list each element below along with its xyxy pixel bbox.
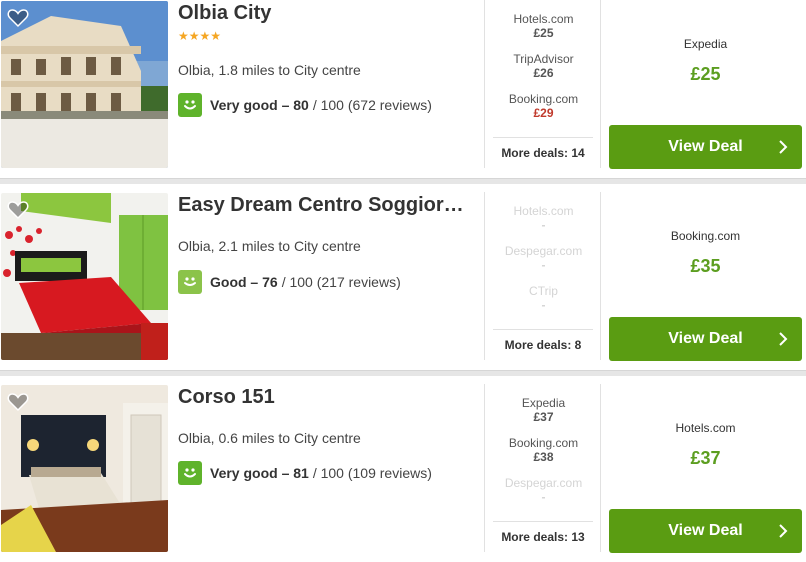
offer-price: - bbox=[541, 298, 546, 312]
offer-site: Despegar.com bbox=[504, 244, 583, 258]
offer-item: Despegar.com - bbox=[485, 476, 602, 504]
rating-reviews: / 100 (217 reviews) bbox=[281, 274, 401, 290]
smiley-icon bbox=[178, 93, 202, 117]
best-deal-price: £35 bbox=[690, 256, 721, 276]
chevron-right-icon bbox=[779, 140, 788, 154]
review-rating: Good – 76 / 100 (217 reviews) bbox=[178, 270, 401, 294]
best-deal: Hotels.com £37 bbox=[609, 421, 802, 469]
offer-price: - bbox=[541, 490, 546, 504]
offer-item[interactable]: TripAdvisor £26 bbox=[485, 52, 602, 80]
offer-price: £37 bbox=[533, 410, 554, 424]
smiley-icon bbox=[178, 461, 202, 485]
price-comparison: Hotels.com £25 TripAdvisor £26 Booking.c… bbox=[484, 0, 601, 168]
offer-price: - bbox=[541, 258, 546, 272]
offer-site: CTrip bbox=[529, 284, 558, 298]
hotel-name[interactable]: Easy Dream Centro Soggior… bbox=[178, 192, 478, 218]
price-comparison: Hotels.com - Despegar.com - CTrip - More… bbox=[484, 192, 601, 360]
view-deal-label: View Deal bbox=[668, 330, 743, 347]
offer-site: Hotels.com bbox=[513, 204, 574, 218]
view-deal-label: View Deal bbox=[668, 522, 743, 539]
card-separator bbox=[0, 370, 806, 376]
best-deal-price: £25 bbox=[690, 64, 721, 84]
rating-label: Good – 76 bbox=[210, 274, 278, 290]
offer-item[interactable]: Hotels.com £25 bbox=[485, 12, 602, 40]
offer-site: Hotels.com bbox=[513, 12, 574, 26]
star-rating: ★★★★ bbox=[178, 29, 222, 43]
offer-site: TripAdvisor bbox=[513, 52, 574, 66]
hotel-location: Olbia, 1.8 miles to City centre bbox=[178, 62, 361, 78]
price-comparison: Expedia £37 Booking.com £38 Despegar.com… bbox=[484, 384, 601, 552]
more-deals-link[interactable]: More deals: 8 bbox=[493, 329, 593, 360]
review-rating: Very good – 80 / 100 (672 reviews) bbox=[178, 93, 432, 117]
offer-price: £38 bbox=[533, 450, 554, 464]
best-deal-site: Booking.com bbox=[670, 229, 741, 243]
offer-item: CTrip - bbox=[485, 284, 602, 312]
hotel-photo[interactable] bbox=[1, 193, 168, 360]
view-deal-button[interactable]: View Deal bbox=[609, 509, 802, 553]
offer-item: Hotels.com - bbox=[485, 204, 602, 232]
hotel-photo[interactable] bbox=[1, 1, 168, 168]
offer-price: £26 bbox=[533, 66, 554, 80]
rating-label: Very good – 81 bbox=[210, 465, 309, 481]
view-deal-label: View Deal bbox=[668, 138, 743, 155]
hotel-card-easy-dream: Easy Dream Centro Soggior… Olbia, 2.1 mi… bbox=[0, 192, 806, 370]
rating-reviews: / 100 (672 reviews) bbox=[312, 97, 432, 113]
more-deals-link[interactable]: More deals: 14 bbox=[493, 137, 593, 168]
heart-icon[interactable] bbox=[7, 392, 29, 412]
offer-price: £29 bbox=[533, 106, 554, 120]
rating-label: Very good – 80 bbox=[210, 97, 309, 113]
best-deal: Expedia £25 bbox=[609, 37, 802, 85]
chevron-right-icon bbox=[779, 524, 788, 538]
more-deals-link[interactable]: More deals: 13 bbox=[493, 521, 593, 552]
best-deal-site: Expedia bbox=[683, 37, 728, 51]
hotel-location: Olbia, 2.1 miles to City centre bbox=[178, 238, 361, 254]
smiley-icon bbox=[178, 270, 202, 294]
hotel-location: Olbia, 0.6 miles to City centre bbox=[178, 430, 361, 446]
hotel-photo[interactable] bbox=[1, 385, 168, 552]
offer-site: Expedia bbox=[521, 396, 566, 410]
view-deal-button[interactable]: View Deal bbox=[609, 125, 802, 169]
offer-site: Despegar.com bbox=[504, 476, 583, 490]
best-deal-site: Hotels.com bbox=[675, 421, 736, 435]
rating-reviews: / 100 (109 reviews) bbox=[312, 465, 432, 481]
offer-item[interactable]: Expedia £37 bbox=[485, 396, 602, 424]
review-rating: Very good – 81 / 100 (109 reviews) bbox=[178, 461, 432, 485]
best-deal-price: £37 bbox=[690, 448, 721, 468]
offer-price: £25 bbox=[533, 26, 554, 40]
offer-site: Booking.com bbox=[508, 436, 579, 450]
best-deal: Booking.com £35 bbox=[609, 229, 802, 277]
offer-item: Despegar.com - bbox=[485, 244, 602, 272]
heart-icon[interactable] bbox=[7, 200, 29, 220]
offer-price: - bbox=[541, 218, 546, 232]
card-separator bbox=[0, 178, 806, 184]
hotel-card-olbia-city: Olbia City ★★★★ Olbia, 1.8 miles to City… bbox=[0, 0, 806, 178]
offer-item[interactable]: Booking.com £38 bbox=[485, 436, 602, 464]
hotel-name[interactable]: Corso 151 bbox=[178, 384, 478, 410]
heart-icon[interactable] bbox=[7, 8, 29, 28]
offer-item[interactable]: Booking.com £29 bbox=[485, 92, 602, 120]
chevron-right-icon bbox=[779, 332, 788, 346]
hotel-name[interactable]: Olbia City bbox=[178, 0, 478, 26]
offer-site: Booking.com bbox=[508, 92, 579, 106]
hotel-card-corso-151: Corso 151 Olbia, 0.6 miles to City centr… bbox=[0, 384, 806, 562]
view-deal-button[interactable]: View Deal bbox=[609, 317, 802, 361]
